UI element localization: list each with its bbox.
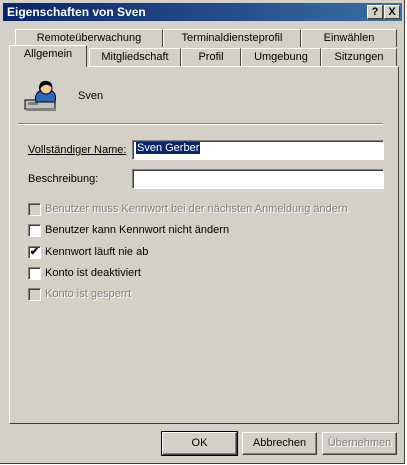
help-button[interactable]: ? — [367, 5, 383, 19]
password-never-expires-checkbox[interactable]: ✔ — [28, 246, 41, 259]
tab-panel-general — [9, 66, 399, 424]
user-icon — [24, 80, 57, 111]
account-locked-label: Konto ist gesperrt — [45, 288, 132, 300]
tab-label: Einwählen — [323, 32, 375, 44]
ok-button[interactable]: OK — [161, 431, 238, 456]
account-disabled-label: Konto ist deaktiviert — [45, 267, 141, 279]
tab-terminal-services-profile[interactable]: Terminaldiensteprofil — [163, 29, 301, 47]
tab-profile[interactable]: Profil — [181, 48, 241, 66]
tab-label: Terminaldiensteprofil — [181, 32, 283, 44]
description-label: Beschreibung: — [28, 173, 99, 185]
tab-label: Allgemein — [23, 48, 73, 60]
window-title: Eigenschaften von Sven — [7, 5, 146, 19]
tab-label: Remoteüberwachung — [36, 32, 142, 44]
tab-general[interactable]: Allgemein — [9, 45, 87, 67]
close-button[interactable]: X — [384, 5, 400, 19]
tab-environment[interactable]: Umgebung — [241, 48, 321, 66]
password-never-expires-label: Kennwort läuft nie ab — [45, 246, 149, 258]
tab-sessions[interactable]: Sitzungen — [321, 48, 397, 66]
tab-dial-in[interactable]: Einwählen — [301, 29, 397, 47]
tab-label: Profil — [198, 51, 224, 63]
cancel-button[interactable]: Abbrechen — [242, 432, 317, 455]
properties-dialog: Eigenschaften von Sven ? X Remoteüberwac… — [0, 0, 405, 464]
full-name-value: Sven Gerber — [136, 142, 201, 154]
checkmark-icon: ✔ — [29, 246, 40, 258]
must-change-password-checkbox[interactable] — [28, 203, 41, 216]
full-name-field[interactable]: Sven Gerber — [132, 140, 384, 160]
apply-button[interactable]: Übernehmen — [322, 432, 397, 455]
must-change-password-label: Benutzer muss Kennwort bei der nächsten … — [45, 203, 348, 215]
description-field[interactable] — [132, 169, 384, 189]
tab-label: Sitzungen — [334, 51, 384, 63]
tab-membership[interactable]: Mitgliedschaft — [89, 48, 181, 66]
full-name-label: Vollständiger Name: — [28, 144, 126, 156]
cannot-change-password-label: Benutzer kann Kennwort nicht ändern — [45, 224, 230, 236]
cannot-change-password-checkbox[interactable] — [28, 224, 41, 237]
title-bar[interactable]: Eigenschaften von Sven ? X — [3, 3, 402, 21]
full-name-label-text: Vollständiger Name: — [28, 144, 127, 156]
separator — [18, 123, 383, 125]
tab-label: Mitgliedschaft — [101, 51, 169, 63]
tab-label: Umgebung — [254, 51, 308, 63]
account-locked-checkbox[interactable] — [28, 288, 41, 301]
account-disabled-checkbox[interactable] — [28, 267, 41, 280]
user-name-label: Sven — [78, 90, 104, 102]
